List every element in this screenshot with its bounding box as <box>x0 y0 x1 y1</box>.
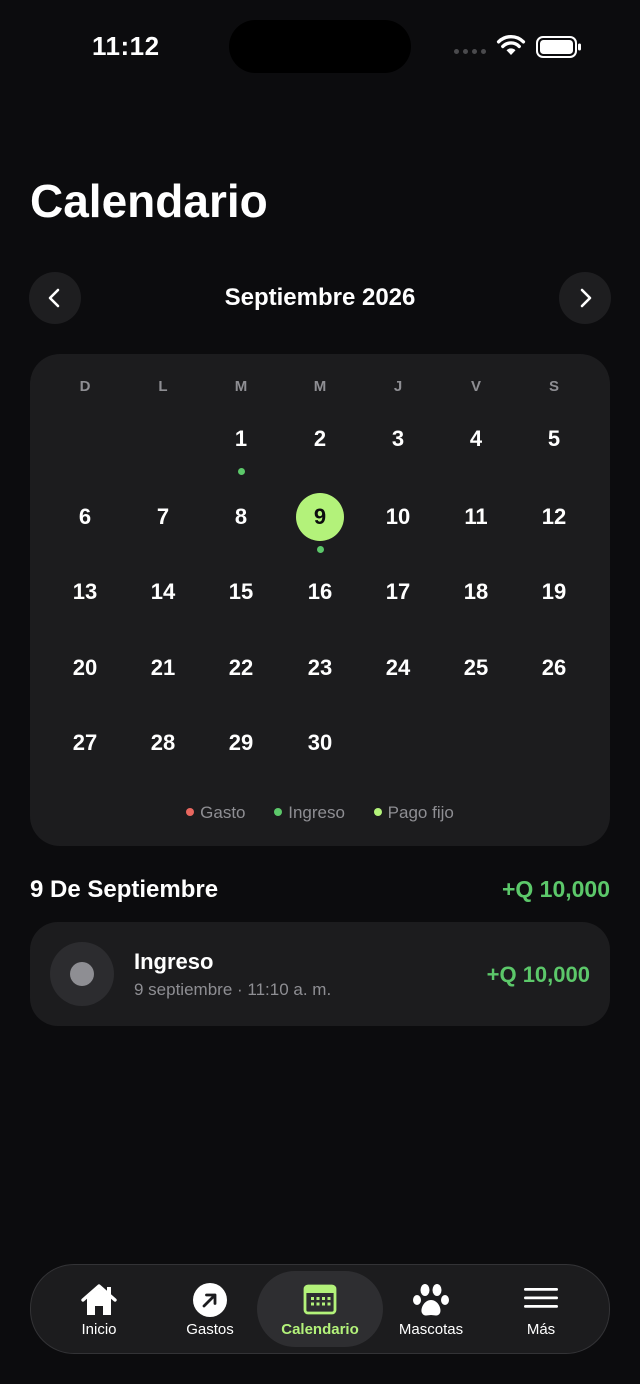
weekday-label: V <box>470 378 481 395</box>
dynamic-island <box>229 20 411 73</box>
tab-calendario[interactable]: Calendario <box>257 1271 383 1347</box>
calendar-day[interactable]: 23 <box>296 644 344 692</box>
calendar-day[interactable]: 18 <box>452 568 500 616</box>
weekday-label: J <box>393 378 403 395</box>
calendar-day[interactable]: 7 <box>139 493 187 541</box>
calendar-day[interactable]: 5 <box>530 415 578 463</box>
weekday-label: M <box>313 378 327 395</box>
calendar-day[interactable]: 1 <box>217 415 265 463</box>
wifi-icon <box>496 34 526 55</box>
legend-dot <box>373 807 382 816</box>
calendar-day[interactable]: 6 <box>61 493 109 541</box>
legend-item-gasto: Gasto <box>186 803 246 822</box>
calendar-day-selected[interactable]: 9 <box>296 493 344 541</box>
tab-bar: Inicio Gastos Calendario Mascotas Más <box>30 1264 610 1354</box>
calendar-day[interactable]: 8 <box>217 493 265 541</box>
calendar-legend: Gasto Ingreso Pago fijo <box>0 803 640 823</box>
calendar-icon <box>303 1284 337 1315</box>
weekday-label: L <box>158 378 168 395</box>
calendar-day[interactable]: 22 <box>217 644 265 692</box>
event-dot <box>316 546 324 553</box>
weekday-label: M <box>234 378 248 395</box>
tab-mas[interactable]: Más <box>486 1271 596 1347</box>
selected-day-title: 9 De Septiembre <box>30 876 219 903</box>
calendar-day[interactable]: 27 <box>61 719 109 767</box>
calendar-day[interactable]: 24 <box>374 644 422 692</box>
calendar-day[interactable]: 12 <box>530 493 578 541</box>
calendar-day[interactable]: 4 <box>452 415 500 463</box>
calendar-day[interactable]: 10 <box>374 493 422 541</box>
transaction-item[interactable]: Ingreso 9 septiembre · 11:10 a. m. +Q 10… <box>30 922 610 1026</box>
month-label: Septiembre 2026 <box>224 284 416 311</box>
tab-label: Más <box>526 1321 556 1338</box>
tab-mascotas[interactable]: Mascotas <box>376 1271 486 1347</box>
transaction-datetime: 9 septiembre · 11:10 a. m. <box>134 980 332 999</box>
tab-label: Mascotas <box>398 1321 464 1338</box>
calendar-day[interactable]: 13 <box>61 568 109 616</box>
calendar-day[interactable]: 26 <box>530 644 578 692</box>
arrow-up-right-icon <box>193 1283 227 1317</box>
next-month-button[interactable] <box>559 272 611 324</box>
status-time: 11:12 <box>92 31 160 61</box>
calendar-day[interactable]: 2 <box>296 415 344 463</box>
calendar-day[interactable]: 15 <box>217 568 265 616</box>
legend-dot <box>186 807 195 816</box>
calendar-day[interactable]: 28 <box>139 719 187 767</box>
transaction-category-icon <box>50 942 114 1006</box>
page-title: Calendario <box>30 175 268 227</box>
event-dot <box>237 468 245 475</box>
calendar-day[interactable]: 19 <box>530 568 578 616</box>
calendar-day[interactable]: 30 <box>296 719 344 767</box>
battery-icon <box>536 36 581 58</box>
cellular-signal-icon <box>454 49 488 57</box>
calendar-day[interactable]: 29 <box>217 719 265 767</box>
selected-day-total: +Q 10,000 <box>501 876 610 902</box>
menu-icon <box>524 1288 558 1308</box>
weekday-label: D <box>79 378 91 395</box>
tab-gastos[interactable]: Gastos <box>151 1271 269 1347</box>
tab-label: Inicio <box>81 1321 117 1338</box>
home-icon <box>81 1284 117 1315</box>
tab-label: Gastos <box>186 1321 234 1338</box>
calendar-day[interactable]: 3 <box>374 415 422 463</box>
legend-dot <box>274 807 283 816</box>
weekday-label: S <box>548 378 559 395</box>
chevron-right-icon <box>580 288 592 308</box>
calendar-day[interactable]: 21 <box>139 644 187 692</box>
status-bar: 11:12 <box>0 0 640 92</box>
tab-label: Calendario <box>281 1321 359 1338</box>
legend-item-ingreso: Ingreso <box>274 803 345 822</box>
calendar-day[interactable]: 17 <box>374 568 422 616</box>
calendar-day[interactable]: 14 <box>139 568 187 616</box>
calendar-day[interactable]: 20 <box>61 644 109 692</box>
transaction-amount: +Q 10,000 <box>486 962 590 987</box>
calendar-day[interactable]: 16 <box>296 568 344 616</box>
tab-inicio[interactable]: Inicio <box>39 1271 159 1347</box>
calendar-day[interactable]: 25 <box>452 644 500 692</box>
legend-item-pago-fijo: Pago fijo <box>373 803 454 822</box>
calendar-day[interactable]: 11 <box>452 493 500 541</box>
transaction-name: Ingreso <box>134 949 214 974</box>
paw-icon <box>413 1284 449 1316</box>
